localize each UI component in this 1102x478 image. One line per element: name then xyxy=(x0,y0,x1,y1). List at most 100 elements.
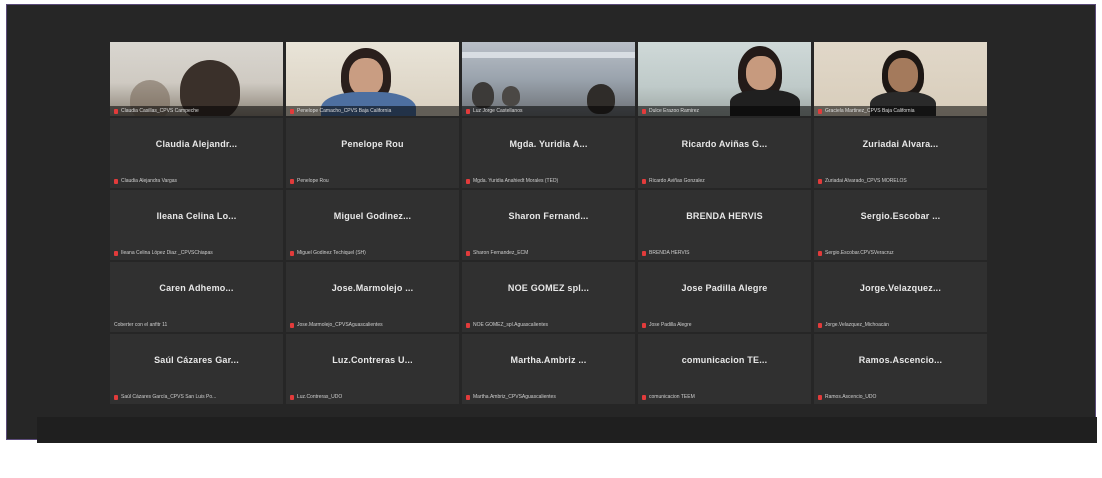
participant-label: Jorge.Velazquez_Michoacán xyxy=(818,322,983,328)
participant-tile[interactable]: Jorge.Velazquez... Jorge.Velazquez_Michoa… xyxy=(814,262,987,332)
mic-muted-icon xyxy=(114,178,118,184)
participant-name: Ileana Celina Lo... xyxy=(156,211,237,221)
participant-tile[interactable]: Luz.Contreras U... Luz.Contreras_UDO xyxy=(286,334,459,404)
mic-muted-icon xyxy=(114,250,118,256)
participant-label: Martha.Ambriz_CPVSAguascalientes xyxy=(466,394,631,400)
participant-tile[interactable]: Jose.Marmolejo ... Jose.Marmolejo_CPVSAgu… xyxy=(286,262,459,332)
participant-tile[interactable]: Martha.Ambriz ... Martha.Ambriz_CPVSAguas… xyxy=(462,334,635,404)
video-feed xyxy=(638,42,811,116)
participant-name: Ramos.Ascencio... xyxy=(858,355,943,365)
mic-muted-icon xyxy=(818,250,822,256)
participant-name: Jose Padilla Alegre xyxy=(681,283,768,293)
participant-tile[interactable]: BRENDA HERVIS BRENDA HERVIS xyxy=(638,190,811,260)
participant-name: Jose.Marmolejo ... xyxy=(331,283,414,293)
video-feed xyxy=(814,42,987,116)
participant-label: Luz.Contreras_UDO xyxy=(290,394,455,400)
video-tile[interactable]: Dulce Erazoo Ramirez xyxy=(638,42,811,116)
participant-tile[interactable]: Mgda. Yuridia A... Mgda. Yuridia Anahiedt… xyxy=(462,118,635,188)
participant-name: Ricardo Aviñas G... xyxy=(681,139,768,149)
mic-muted-icon xyxy=(642,322,646,328)
mic-muted-icon xyxy=(466,178,470,184)
participant-name: comunicacion TE... xyxy=(681,355,768,365)
participant-label: Mgda. Yuridia Anahiedt Morales (TED) xyxy=(466,178,631,184)
mic-muted-icon xyxy=(290,250,294,256)
participant-tile[interactable]: Ricardo Aviñas G... Ricardo Aviñas Gonzal… xyxy=(638,118,811,188)
mic-muted-icon xyxy=(818,108,822,114)
mic-muted-icon xyxy=(642,250,646,256)
video-tile[interactable]: Claudia Casillas_CPVS Campeche xyxy=(110,42,283,116)
participant-label: Ileana Celina López Diaz _CPVSChiapas xyxy=(114,250,279,256)
mic-muted-icon xyxy=(290,108,294,114)
participant-label: Claudia Casillas_CPVS Campeche xyxy=(110,106,283,116)
participant-label: Penelope Camacho_CPVS Baja California xyxy=(286,106,459,116)
mic-muted-icon xyxy=(114,108,118,114)
mic-muted-icon xyxy=(818,394,822,400)
participant-name: Sharon Fernand... xyxy=(508,211,589,221)
mic-muted-icon xyxy=(290,394,294,400)
participant-name: Claudia Alejandr... xyxy=(155,139,238,149)
participant-name: Saúl Cázares Gar... xyxy=(154,355,239,365)
participant-label: Ramos.Ascencio_UDO xyxy=(818,394,983,400)
participant-tile[interactable]: comunicacion TE... comunicacion TEEM xyxy=(638,334,811,404)
participant-label: Saúl Cázares García_CPVS San Luis Po... xyxy=(114,394,279,400)
participant-tile[interactable]: Claudia Alejandr... Claudia Alejandra Var… xyxy=(110,118,283,188)
mic-muted-icon xyxy=(642,178,646,184)
participant-label: Sharon Fernandez_ECM xyxy=(466,250,631,256)
video-tile[interactable]: Graciela Martinez_CPVS Baja California xyxy=(814,42,987,116)
participant-tile[interactable]: Ramos.Ascencio... Ramos.Ascencio_UDO xyxy=(814,334,987,404)
mic-muted-icon xyxy=(466,250,470,256)
mic-muted-icon xyxy=(466,108,470,114)
participant-name: NOE GOMEZ spl... xyxy=(507,283,590,293)
participant-label: Dulce Erazoo Ramirez xyxy=(638,106,811,116)
participant-tile[interactable]: Sharon Fernand... Sharon Fernandez_ECM xyxy=(462,190,635,260)
participant-tile[interactable]: NOE GOMEZ spl... NOE GOMEZ_spl.Aguascalie… xyxy=(462,262,635,332)
mic-muted-icon xyxy=(114,394,118,400)
participant-label: Miguel Godinez Techiquel (SH) xyxy=(290,250,455,256)
mic-muted-icon xyxy=(642,394,646,400)
participant-label: comunicacion TEEM xyxy=(642,394,807,400)
participant-tile[interactable]: Jose Padilla Alegre Jose Padilla Alegre xyxy=(638,262,811,332)
participant-name: Sergio.Escobar ... xyxy=(860,211,941,221)
participant-label: Graciela Martinez_CPVS Baja California xyxy=(814,106,987,116)
participant-label: Luz Jorge Castellanos xyxy=(462,106,635,116)
participant-tile[interactable]: Sergio.Escobar ... Sergio.Escobar.CPVSVer… xyxy=(814,190,987,260)
participant-name: Jorge.Velazquez... xyxy=(859,283,942,293)
mic-muted-icon xyxy=(290,322,294,328)
participant-name: Caren Adhemo... xyxy=(159,283,234,293)
participant-label: Ricardo Aviñas Gonzalez xyxy=(642,178,807,184)
participant-label: Zuriadai Alvarado_CPVS MORELOS xyxy=(818,178,983,184)
participant-tile[interactable]: Saúl Cázares Gar... Saúl Cázares García_C… xyxy=(110,334,283,404)
participant-gallery: Claudia Casillas_CPVS Campeche Penelope … xyxy=(110,42,987,478)
participant-name: Luz.Contreras U... xyxy=(332,355,413,365)
participant-tile[interactable]: Penelope Rou Penelope Rou xyxy=(286,118,459,188)
participant-name: Zuriadai Alvara... xyxy=(862,139,939,149)
video-feed xyxy=(462,42,635,116)
participant-tile[interactable]: Caren Adhemo... Coberter con el anfitr 11 xyxy=(110,262,283,332)
video-tile-active-speaker[interactable]: Penelope Camacho_CPVS Baja California xyxy=(286,42,459,116)
participant-label: Jose.Marmolejo_CPVSAguascalientes xyxy=(290,322,455,328)
participant-label: Penelope Rou xyxy=(290,178,455,184)
participant-tile[interactable]: Zuriadai Alvara... Zuriadai Alvarado_CPVS… xyxy=(814,118,987,188)
video-tile[interactable]: Luz Jorge Castellanos xyxy=(462,42,635,116)
participant-name: Penelope Rou xyxy=(341,139,404,149)
mic-muted-icon xyxy=(818,178,822,184)
mic-muted-icon xyxy=(818,322,822,328)
participant-tile[interactable]: Ileana Celina Lo... Ileana Celina López D… xyxy=(110,190,283,260)
mic-muted-icon xyxy=(642,108,646,114)
participant-name: Miguel Godinez... xyxy=(333,211,412,221)
participant-name: BRENDA HERVIS xyxy=(686,211,763,221)
video-feed xyxy=(286,42,459,116)
participant-label: Sergio.Escobar.CPVSVeracruz xyxy=(818,250,983,256)
participant-label: BRENDA HERVIS xyxy=(642,250,807,256)
participant-label: Coberter con el anfitr 11 xyxy=(114,322,168,328)
mic-muted-icon xyxy=(290,178,294,184)
participant-label: Claudia Alejandra Vargas xyxy=(114,178,279,184)
mic-muted-icon xyxy=(466,394,470,400)
participant-label: NOE GOMEZ_spl.Aguascalientes xyxy=(466,322,631,328)
participant-tile[interactable]: Miguel Godinez... Miguel Godinez Techique… xyxy=(286,190,459,260)
participant-name: Martha.Ambriz ... xyxy=(510,355,587,365)
mic-muted-icon xyxy=(466,322,470,328)
participant-name: Mgda. Yuridia A... xyxy=(509,139,588,149)
participant-label: Jose Padilla Alegre xyxy=(642,322,807,328)
video-feed xyxy=(110,42,283,116)
